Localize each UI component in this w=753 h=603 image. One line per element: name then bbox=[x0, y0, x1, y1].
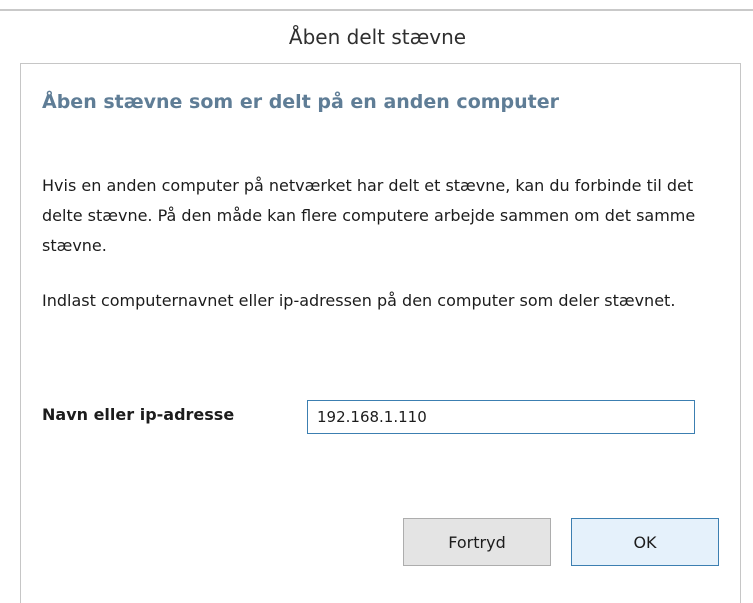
screen: Åben delt stævne Åben stævne som er delt… bbox=[0, 0, 753, 603]
dialog-heading: Åben stævne som er delt på en anden comp… bbox=[42, 91, 560, 113]
dialog-title: Åben delt stævne bbox=[288, 25, 467, 49]
intro-text: Hvis en anden computer på netværket har … bbox=[42, 176, 696, 255]
open-shared-meet-dialog: Åben delt stævne Åben stævne som er delt… bbox=[12, 11, 743, 603]
cancel-button[interactable]: Fortryd bbox=[403, 518, 551, 566]
dialog-content-panel: Åben stævne som er delt på en anden comp… bbox=[20, 63, 741, 603]
name-or-ip-label: Navn eller ip-adresse bbox=[42, 405, 235, 424]
ok-button[interactable]: OK bbox=[571, 518, 719, 566]
name-or-ip-input[interactable] bbox=[307, 400, 695, 434]
instruction-text: Indlast computernavnet eller ip-adressen… bbox=[42, 291, 676, 310]
